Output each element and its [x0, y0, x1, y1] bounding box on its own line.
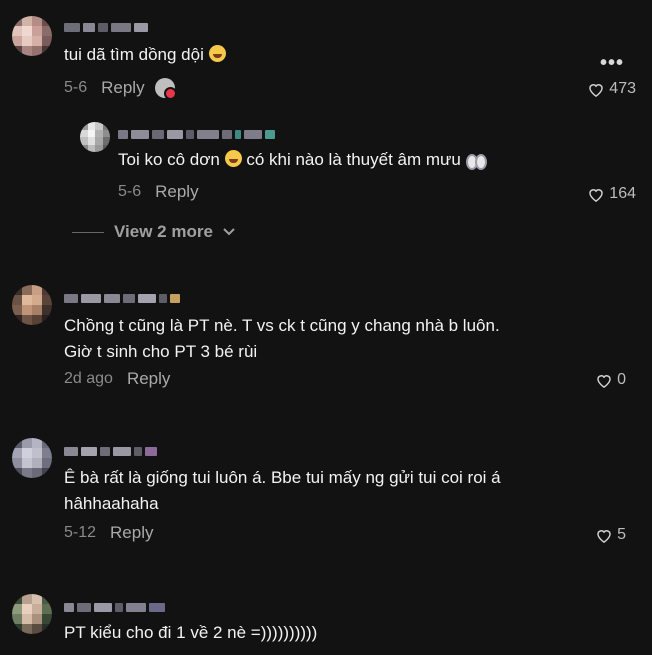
comment-text: Toi ko cô dơn có khi nào là thuyết âm mư… [118, 147, 487, 173]
username-blurred[interactable] [64, 601, 165, 613]
eyes-emoji-icon [465, 154, 487, 170]
comment-text: Chồng t cũng là PT nè. T vs ck t cũng y … [64, 316, 500, 361]
username-blurred[interactable] [64, 21, 148, 33]
more-icon[interactable]: ••• [600, 53, 624, 73]
username-blurred[interactable] [64, 445, 157, 457]
like-button[interactable]: 0 [596, 371, 626, 389]
username-blurred[interactable] [118, 128, 275, 140]
comment-date: 5-6 [118, 183, 142, 200]
like-count: 0 [617, 371, 626, 388]
avatar[interactable] [80, 122, 110, 152]
like-button[interactable]: 473 [588, 80, 636, 98]
comment-meta: 5-6 Reply [64, 78, 177, 100]
heart-icon [597, 529, 611, 543]
view-more-label: View 2 more [114, 222, 213, 241]
avatar[interactable] [12, 438, 52, 478]
comment-meta: 5-12 Reply [64, 523, 154, 543]
avatar[interactable] [12, 285, 52, 325]
comment-meta: 2d ago Reply [64, 369, 170, 389]
reply-button[interactable]: Reply [110, 523, 153, 543]
heart-icon [589, 188, 604, 202]
comment-date: 5-6 [64, 79, 88, 96]
username-blurred[interactable] [64, 292, 180, 304]
comment-text: PT kiểu cho đi 1 về 2 nè =)))))))))) [64, 623, 318, 642]
reply-button[interactable]: Reply [101, 78, 144, 98]
like-count: 164 [609, 185, 636, 202]
like-count: 473 [609, 80, 636, 97]
heart-icon [597, 374, 611, 388]
reply-button[interactable]: Reply [127, 369, 170, 389]
grin-emoji-icon [224, 150, 242, 167]
divider [72, 231, 104, 233]
heart-icon [589, 83, 604, 97]
chevron-down-icon [223, 228, 235, 236]
like-button[interactable]: 5 [596, 526, 626, 544]
comment-meta: 5-6 Reply [118, 182, 199, 202]
comment-text: tui dã tìm dồng dội [64, 42, 226, 68]
like-button[interactable]: 164 [588, 185, 636, 203]
reply-button[interactable]: Reply [155, 182, 198, 202]
view-more-replies-button[interactable]: View 2 more [72, 222, 235, 242]
avatar[interactable] [12, 594, 52, 634]
like-count: 5 [617, 526, 626, 543]
comment-date: 5-12 [64, 524, 97, 541]
creator-liked-avatar [154, 78, 177, 100]
avatar[interactable] [12, 16, 52, 56]
comment-date: 2d ago [64, 370, 113, 387]
comment-text: Ê bà rất là giống tui luôn á. Bbe tui mấ… [64, 468, 501, 513]
grin-emoji-icon [208, 45, 226, 62]
